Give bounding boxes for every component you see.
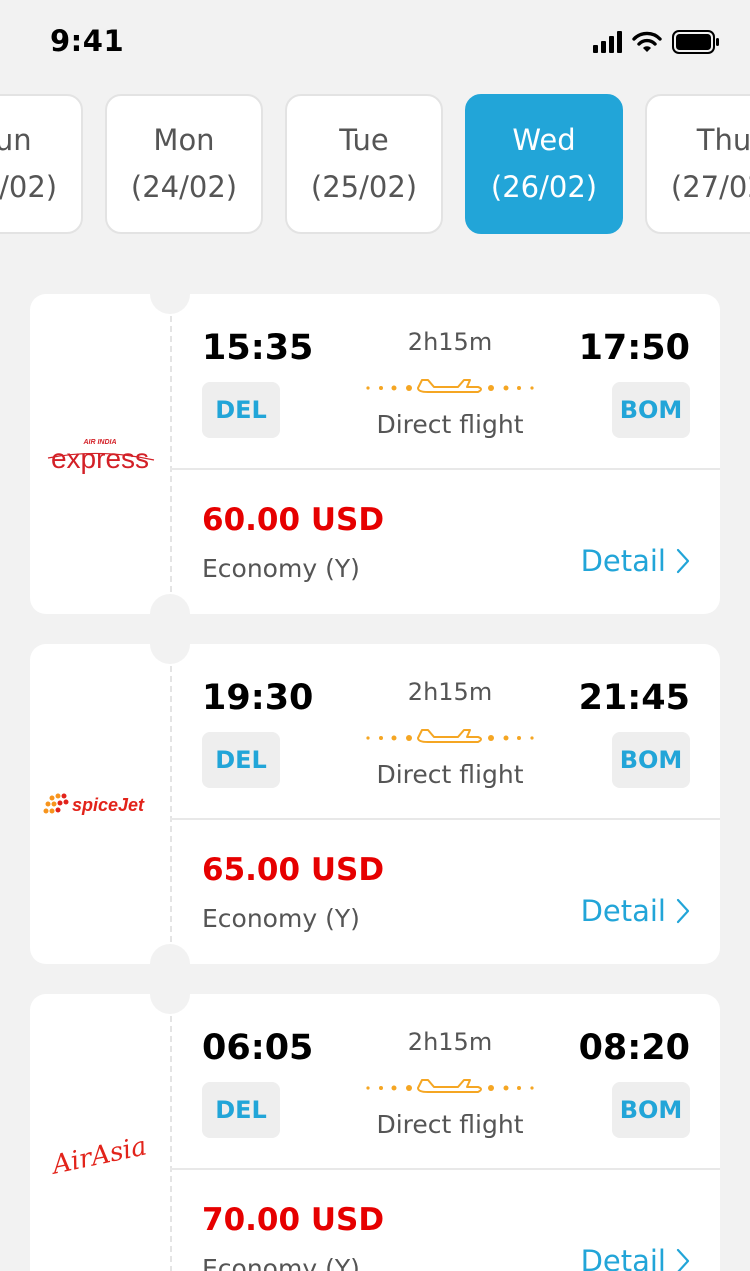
flight-card[interactable]: AIR INDIA express 15:35 2h15m 17:50 DEL … [30,274,720,634]
date-tab-day: Tue [339,123,389,157]
ticket-perforation [170,666,172,942]
date-tab-date: (24/02) [130,170,238,204]
flight-card[interactable]: AirAsia 06:05 2h15m 08:20 DEL BOM Direct… [30,974,720,1271]
date-tab-date: (26/02) [490,170,598,204]
detail-link[interactable]: Detail [581,894,690,928]
departure-time: 19:30 [202,678,314,718]
air-india-express-logo: AIR INDIA express [47,439,155,474]
detail-label: Detail [580,544,666,578]
svg-text:express: express [51,443,149,474]
date-tab-day: Wed [512,123,576,157]
departure-time: 15:35 [202,328,314,368]
departure-airport: DEL [202,382,280,438]
spicejet-logo: spiceJet [43,793,145,815]
flight-price: 60.00 USD [202,502,385,538]
flight-type: Direct flight [376,760,524,789]
chevron-right-icon [676,548,690,574]
date-tab[interactable]: Mon (24/02) [105,94,263,234]
battery-icon [672,30,720,54]
departure-time: 06:05 [202,1028,314,1068]
card-divider [170,1168,720,1170]
arrival-time: 21:45 [578,678,690,718]
flight-duration: 2h15m [407,678,493,706]
date-tab-selected[interactable]: Wed (26/02) [465,94,623,234]
detail-link[interactable]: Detail [581,544,690,578]
plane-icon [366,1079,534,1093]
status-time: 9:41 [50,24,125,58]
date-tab-date: (23/02) [0,170,58,204]
date-tab-day: Mon [153,123,215,157]
status-bar: 9:41 [0,0,750,88]
date-tab[interactable]: Tue (25/02) [285,94,443,234]
flight-type: Direct flight [376,410,524,439]
date-tab-day: Thu [696,123,750,157]
airline-logo: AIR INDIA express [30,294,170,614]
svg-text:spiceJet: spiceJet [72,795,145,815]
detail-label: Detail [580,1244,666,1271]
date-tab[interactable]: Sun (23/02) [0,94,83,234]
flight-price: 65.00 USD [202,852,385,888]
flight-duration: 2h15m [407,1028,493,1056]
ticket-perforation [170,1016,172,1271]
detail-link[interactable]: Detail [581,1244,690,1271]
chevron-right-icon [676,898,690,924]
flight-price: 70.00 USD [202,1202,385,1238]
airline-logo: AirAsia [30,994,170,1271]
svg-text:AirAsia: AirAsia [48,1131,150,1181]
cabin-class: Economy (Y) [202,1254,360,1271]
chevron-right-icon [676,1248,690,1271]
cabin-class: Economy (Y) [202,554,360,583]
ticket-perforation [170,316,172,592]
airline-logo: spiceJet [30,644,170,964]
status-icons [593,30,720,54]
arrival-airport: BOM [612,732,690,788]
wifi-icon [632,31,662,53]
signal-icon [593,31,622,53]
flight-card[interactable]: spiceJet 19:30 2h15m 21:45 DEL BOM Direc… [30,624,720,984]
arrival-time: 17:50 [578,328,690,368]
flight-type: Direct flight [376,1110,524,1139]
card-divider [170,818,720,820]
plane-icon [366,729,534,743]
date-tab-date: (25/02) [310,170,418,204]
departure-airport: DEL [202,732,280,788]
arrival-airport: BOM [612,382,690,438]
plane-icon [366,379,534,393]
arrival-time: 08:20 [578,1028,690,1068]
departure-airport: DEL [202,1082,280,1138]
date-selector: Sun (23/02) Mon (24/02) Tue (25/02) Wed … [0,94,750,234]
cabin-class: Economy (Y) [202,904,360,933]
date-tab-date: (27/02) [670,170,750,204]
date-tab[interactable]: Thu (27/02) [645,94,750,234]
detail-label: Detail [580,894,666,928]
card-divider [170,468,720,470]
airasia-logo: AirAsia [48,1131,150,1181]
flight-duration: 2h15m [407,328,493,356]
arrival-airport: BOM [612,1082,690,1138]
date-tab-day: Sun [0,123,32,157]
